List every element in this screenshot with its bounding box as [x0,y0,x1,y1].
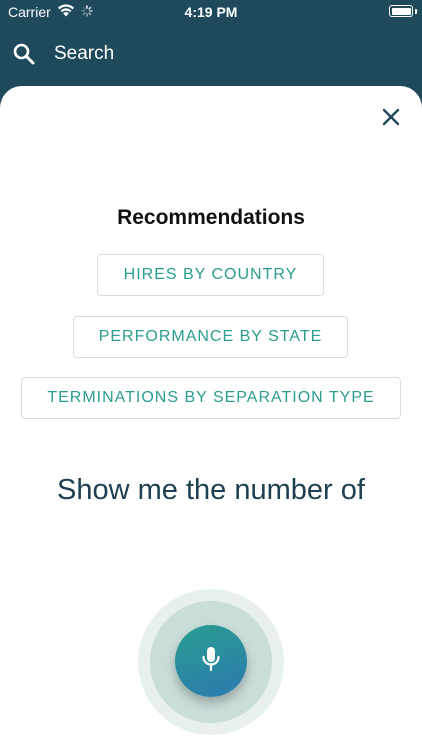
recommendation-button-terminations-by-separation-type[interactable]: TERMINATIONS BY SEPARATION TYPE [21,377,401,419]
search-bar[interactable]: Search [0,34,422,74]
search-label[interactable]: Search [54,43,114,65]
microphone-icon [199,645,223,678]
voice-search-sheet: Recommendations HIRES BY COUNTRY PERFORM… [0,86,422,750]
battery-icon [389,5,413,17]
status-time: 4:19 PM [184,4,238,20]
voice-prompt-text: Show me the number of [57,474,365,506]
recommendation-button-hires-by-country[interactable]: HIRES BY COUNTRY [97,254,324,296]
search-icon[interactable] [12,42,36,66]
close-icon[interactable] [380,106,402,128]
recommendations-title: Recommendations [117,206,305,229]
battery-tip [415,9,417,14]
microphone-button[interactable] [175,625,247,697]
recommendation-button-performance-by-state[interactable]: PERFORMANCE BY STATE [73,316,348,358]
status-bar: Carrier 4:19 PM [0,0,422,24]
battery-level [391,7,411,15]
